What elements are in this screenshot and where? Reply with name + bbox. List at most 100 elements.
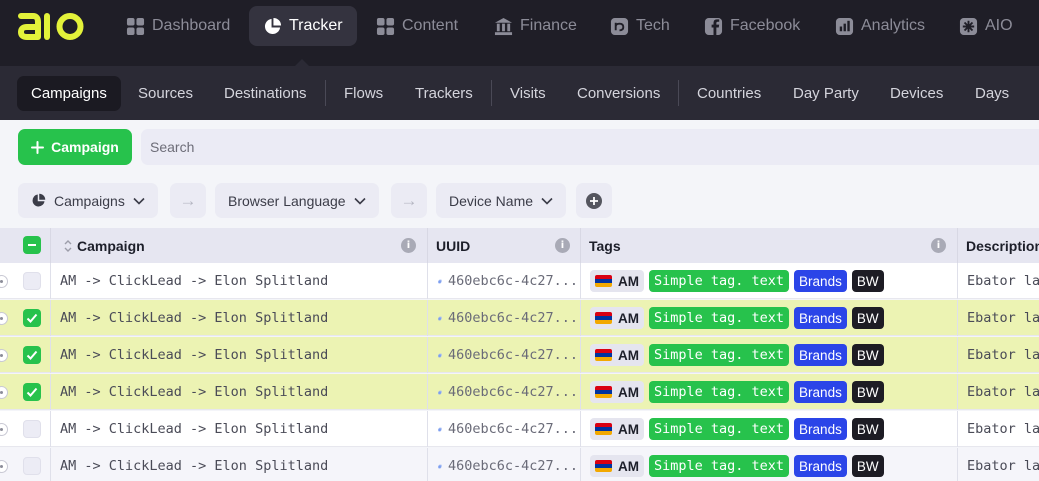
table-row[interactable]: AM -> ClickLead -> Elon Splitland 460ebc… (0, 411, 1039, 447)
tag-brands[interactable]: Brands (794, 381, 847, 403)
add-campaign-button[interactable]: Campaign (18, 129, 132, 165)
aio-logo[interactable] (17, 11, 85, 41)
tab-destinations[interactable]: Destinations (210, 76, 321, 111)
tab-visits[interactable]: Visits (496, 76, 560, 111)
tag-simple[interactable]: Simple tag. text (649, 455, 790, 477)
row-checkbox[interactable] (23, 457, 41, 475)
country-tag[interactable]: AM (590, 381, 644, 403)
country-tag[interactable]: AM (590, 344, 644, 366)
tab-campaigns-label: Campaigns (31, 85, 107, 102)
tags-cell: AM Simple tag. text Brands BW (590, 300, 956, 336)
country-tag[interactable]: AM (590, 270, 644, 292)
info-icon[interactable]: i (401, 238, 416, 253)
tag-brands[interactable]: Brands (794, 455, 847, 477)
uuid-text: 460ebc6c-4c27... (447, 384, 578, 400)
tab-countries[interactable]: Countries (683, 76, 775, 111)
tab-sources[interactable]: Sources (124, 76, 207, 111)
expand-row-icon[interactable] (0, 423, 8, 436)
tag-simple[interactable]: Simple tag. text (649, 307, 790, 329)
tag-bw[interactable]: BW (851, 307, 884, 329)
tab-flows[interactable]: Flows (330, 76, 397, 111)
table-row[interactable]: AM -> ClickLead -> Elon Splitland 460ebc… (0, 300, 1039, 336)
tag-simple[interactable]: Simple tag. text (649, 344, 790, 366)
copy-icon[interactable] (438, 459, 442, 474)
table-row[interactable]: AM -> ClickLead -> Elon Splitland 460ebc… (0, 374, 1039, 410)
nav-dashboard[interactable]: Dashboard (112, 6, 244, 46)
copy-icon[interactable] (438, 274, 442, 289)
nav-tracker[interactable]: Tracker (249, 6, 357, 46)
tag-brands[interactable]: Brands (794, 418, 847, 440)
tag-bw[interactable]: BW (851, 381, 884, 403)
tag-brands[interactable]: Brands (794, 270, 847, 292)
select-all-checkbox[interactable] (23, 236, 41, 254)
tag-bw[interactable]: BW (851, 344, 884, 366)
copy-icon[interactable] (438, 348, 442, 363)
row-checkbox[interactable] (23, 309, 41, 327)
tab-campaigns[interactable]: Campaigns (17, 76, 121, 111)
table-row[interactable]: AM -> ClickLead -> Elon Splitland 460ebc… (0, 263, 1039, 299)
nav-tech[interactable]: Tech (596, 6, 684, 46)
row-checkbox[interactable] (23, 420, 41, 438)
nav-finance[interactable]: Finance (480, 6, 591, 46)
campaign-name[interactable]: AM -> ClickLead -> Elon Splitland (60, 263, 420, 299)
tags-cell: AM Simple tag. text Brands BW (590, 337, 956, 373)
column-header-campaign[interactable]: Campaign i (51, 228, 428, 263)
description-cell: Ebator lan (967, 374, 1039, 410)
tab-devices[interactable]: Devices (876, 76, 957, 111)
country-tag[interactable]: AM (590, 418, 644, 440)
info-icon[interactable]: i (931, 238, 946, 253)
tab-days[interactable]: Days (961, 76, 1023, 111)
tag-bw[interactable]: BW (851, 270, 884, 292)
country-tag[interactable]: AM (590, 455, 644, 477)
tag-simple[interactable]: Simple tag. text (649, 381, 790, 403)
tab-day-party[interactable]: Day Party (779, 76, 873, 111)
copy-icon[interactable] (438, 422, 442, 437)
expand-row-icon[interactable] (0, 312, 8, 325)
nav-analytics[interactable]: Analytics (821, 6, 939, 46)
minus-icon (28, 244, 36, 246)
table-row[interactable]: AM -> ClickLead -> Elon Splitland 460ebc… (0, 337, 1039, 373)
nav-facebook[interactable]: Facebook (690, 6, 814, 46)
tags-cell: AM Simple tag. text Brands BW (590, 374, 956, 410)
nav-aio[interactable]: AIO (945, 6, 1027, 46)
country-tag[interactable]: AM (590, 307, 644, 329)
description-cell: Ebator lan (967, 337, 1039, 373)
column-header-tags[interactable]: Tags i (581, 228, 958, 263)
search-input[interactable] (141, 129, 1039, 165)
uuid-cell: 460ebc6c-4c27... (438, 374, 578, 410)
add-group-level-button[interactable] (576, 183, 612, 218)
campaign-name[interactable]: AM -> ClickLead -> Elon Splitland (60, 337, 420, 373)
tag-simple[interactable]: Simple tag. text (649, 418, 790, 440)
expand-row-icon[interactable] (0, 460, 8, 473)
column-header-description[interactable]: Description (958, 228, 1039, 263)
expand-row-icon[interactable] (0, 275, 8, 288)
campaign-name[interactable]: AM -> ClickLead -> Elon Splitland (60, 374, 420, 410)
tag-brands[interactable]: Brands (794, 344, 847, 366)
group-level-device-name[interactable]: Device Name (436, 183, 567, 218)
column-header-uuid[interactable]: UUID i (428, 228, 581, 263)
group-level-campaigns[interactable]: Campaigns (18, 183, 158, 218)
campaign-name[interactable]: AM -> ClickLead -> Elon Splitland (60, 411, 420, 447)
expand-row-icon[interactable] (0, 386, 8, 399)
group-level-browser-language[interactable]: Browser Language (215, 183, 379, 218)
tag-brands[interactable]: Brands (794, 307, 847, 329)
copy-icon[interactable] (438, 385, 442, 400)
table-row[interactable]: AM -> ClickLead -> Elon Splitland 460ebc… (0, 448, 1039, 481)
tag-bw[interactable]: BW (851, 418, 884, 440)
group-arrow-right-icon: → (391, 183, 427, 218)
row-checkbox[interactable] (23, 272, 41, 290)
campaign-name[interactable]: AM -> ClickLead -> Elon Splitland (60, 448, 420, 481)
tab-trackers[interactable]: Trackers (401, 76, 487, 111)
tab-conversions[interactable]: Conversions (563, 76, 674, 111)
nav-tech-label: Tech (636, 17, 670, 34)
nav-content[interactable]: Content (362, 6, 472, 46)
tag-bw[interactable]: BW (851, 455, 884, 477)
tag-simple[interactable]: Simple tag. text (649, 270, 790, 292)
info-icon[interactable]: i (555, 238, 570, 253)
copy-icon[interactable] (438, 311, 442, 326)
row-checkbox[interactable] (23, 346, 41, 364)
campaign-name[interactable]: AM -> ClickLead -> Elon Splitland (60, 300, 420, 336)
campaign-name-text: AM -> ClickLead -> Elon Splitland (60, 384, 329, 400)
expand-row-icon[interactable] (0, 349, 8, 362)
row-checkbox[interactable] (23, 383, 41, 401)
